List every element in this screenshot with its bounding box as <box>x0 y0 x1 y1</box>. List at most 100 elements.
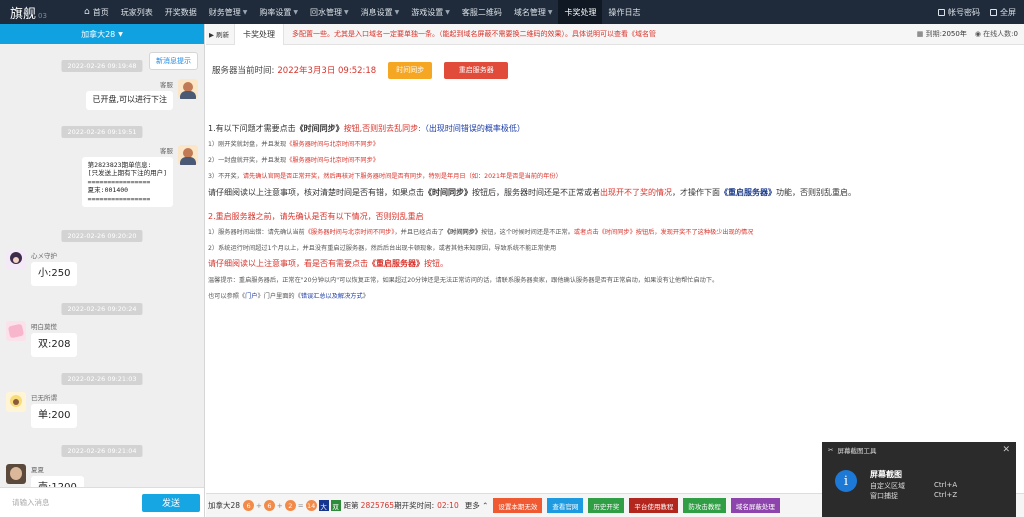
caret-down-icon: ▼ <box>547 8 553 16</box>
screenshot-tool-popup: ✂ 屏幕截图工具 ✕ i 屏幕截图 自定义区域 Ctrl+A 窗口捕捉 Ctrl… <box>822 442 1016 517</box>
bottom-action-button-4[interactable]: 防攻击教程 <box>683 498 726 513</box>
nav-item-1[interactable]: 玩家列表 <box>115 0 159 24</box>
avatar[interactable] <box>6 250 26 270</box>
chat-input-bar: 请输入消息 发送 <box>0 487 204 517</box>
section2-note: 请仔细阅读以上注意事项，看是否有需要点击《重启服务器》按钮。 <box>208 258 448 269</box>
ball-2: 6 <box>263 500 275 511</box>
nav-item-4[interactable]: 购率设置 ▼ <box>253 0 304 24</box>
fullscreen-link[interactable]: 全屏 <box>990 7 1016 18</box>
refresh-tab-control[interactable]: ▶ 刷新 <box>206 29 234 39</box>
chat-room-selector[interactable]: 加拿大28 ▼ <box>0 24 204 44</box>
account-password-link[interactable]: 帐号密码 <box>938 7 980 18</box>
nav-item-9[interactable]: 域名管理 ▼ <box>508 0 559 24</box>
message-sender: 夏夏 <box>31 466 44 474</box>
nav-item-11[interactable]: 操作日志 <box>602 0 646 24</box>
online-value: 0 <box>1013 30 1018 38</box>
logo-version: 03 <box>38 11 47 20</box>
message-timestamp: 2022-02-26 09:20:24 <box>61 303 143 315</box>
nav-item-label: 域名管理 <box>513 7 546 17</box>
account-password-label: 帐号密码 <box>948 7 980 17</box>
avatar[interactable] <box>178 79 198 99</box>
message-sender: 心メ守护 <box>31 252 57 260</box>
avatar[interactable] <box>6 464 26 484</box>
bottom-action-button-0[interactable]: 设置本期无效 <box>493 498 543 513</box>
s2-note-c: 按钮。 <box>424 259 448 268</box>
op-plus-2: + <box>276 501 283 510</box>
caret-down-icon: ▼ <box>242 8 248 16</box>
s1-title-a: 1.有以下问题才需要点击 <box>208 124 296 133</box>
s1-note-b: 《时间同步》 <box>424 188 472 197</box>
caret-down-icon: ▼ <box>394 8 400 16</box>
s2-l1-a: 1）服务器时间出错：请先确认当前 <box>208 229 305 236</box>
s2-note-a: 请仔细阅读以上注意事项，看是否有需要点击 <box>208 259 368 268</box>
s1-note-e: ，才操作下面 <box>672 188 720 197</box>
avatar[interactable] <box>6 392 26 412</box>
nav-item-7[interactable]: 游戏设置 ▼ <box>405 0 456 24</box>
ref-a: 也可以参照《 <box>208 293 246 300</box>
chat-message-input[interactable]: 请输入消息 <box>0 497 142 508</box>
bottom-buttons: 设置本期无效 查看官网 历史开奖 平台使用教程 防攻击教程 域名屏蔽处理 <box>488 498 780 513</box>
online-info: ◉ 在线人数:0 <box>974 30 1018 38</box>
popup-window-capture-option[interactable]: 窗口捕捉 <box>870 491 898 501</box>
section2-title: 2.重启服务器之前，请先确认是否有以下情况，否则别乱重启 <box>208 212 424 221</box>
time-sync-button[interactable]: 时间同步 <box>388 61 433 79</box>
nav-item-label: 操作日志 <box>608 7 641 17</box>
nav-item-5[interactable]: 回水管理 ▼ <box>304 0 355 24</box>
avatar[interactable] <box>6 321 26 341</box>
expire-label: 到期: <box>925 30 942 38</box>
app-logo[interactable]: 旗舰 03 <box>0 3 78 22</box>
send-button[interactable]: 发送 <box>142 493 200 512</box>
restart-server-button[interactable]: 重启服务器 <box>444 61 509 79</box>
nav-item-8[interactable]: 客服二维码 <box>456 0 508 24</box>
popup-custom-area-shortcut: Ctrl+A <box>934 481 958 489</box>
ball-1: 6 <box>243 500 255 511</box>
bottom-action-button-1[interactable]: 查看官网 <box>547 498 584 513</box>
section1-title: 1.有以下问题才需要点击《时间同步》按钮,否则别去乱同步:（出现时间错误的概率极… <box>208 123 525 134</box>
popup-custom-area-option[interactable]: 自定义区域 <box>870 481 905 491</box>
error-summary-link[interactable]: 错误汇总以及解决方式 <box>301 293 363 300</box>
more-link[interactable]: 更多 ⌃ <box>465 500 489 511</box>
s1-l2-b: 《服务器时间与北京时间不同步》 <box>286 157 379 164</box>
s1-note-d: 出现开不了奖的情况 <box>600 188 672 197</box>
s1-note-c: 按钮后，服务器时间还是不正常或者 <box>472 188 600 197</box>
bottom-game-name: 加拿大28 <box>208 501 241 510</box>
popup-title: 屏幕截图工具 <box>837 447 877 455</box>
chat-message: 客服 已开盘,可以进行下注 <box>86 79 198 110</box>
nav-item-6[interactable]: 消息设置 ▼ <box>355 0 406 24</box>
portal-link[interactable]: 门户 <box>245 293 257 300</box>
bottom-action-button-5[interactable]: 域名屏蔽处理 <box>730 498 780 513</box>
caret-down-icon: ▼ <box>118 30 123 38</box>
section2-item1: 1）服务器时间出错：请先确认当前《服务器时间与北京时间不同步》，并且已经点击了《… <box>208 227 753 236</box>
s1-note-f: 《重启服务器》 <box>720 188 776 197</box>
nav-item-label: 客服二维码 <box>461 7 502 17</box>
new-message-tip-button[interactable]: 新消息提示 <box>149 52 198 70</box>
message-body: 明白莫慌 双:208 <box>31 321 78 357</box>
expire-info: ▦ 到期:2050年 <box>917 29 967 39</box>
caret-down-icon: ▼ <box>445 8 450 16</box>
message-sender: 已无所谓 <box>31 394 57 402</box>
nav-item-10[interactable]: 卡奖处理 <box>558 0 603 24</box>
bottom-action-button-2[interactable]: 历史开奖 <box>588 498 625 513</box>
message-sender: 客服 <box>160 147 173 155</box>
s2-l1-f: 或者点击《时间同步》按钮后，发现开奖不了这种极少出现的情况 <box>573 229 754 236</box>
fullscreen-icon <box>990 8 997 16</box>
nav-item-3[interactable]: 财务管理 ▼ <box>203 0 254 24</box>
tag-big: 大 <box>318 500 329 511</box>
nav-item-2[interactable]: 开奖数据 <box>159 0 203 24</box>
tab-card-lottery[interactable]: 卡奖处理 <box>234 23 284 45</box>
message-bubble: 单:200 <box>31 404 78 428</box>
section1-item3: 3）不开奖，请先确认官网是否正常开奖，然后再核对下服务器时间是否有同步，特别是年… <box>208 171 562 180</box>
close-icon[interactable]: ✕ <box>1002 445 1010 455</box>
nav-item-label: 购率设置 <box>259 7 292 17</box>
avatar[interactable] <box>178 145 198 165</box>
tab-bar-status: ▦ 到期:2050年 ◉ 在线人数:0 <box>917 29 1024 39</box>
s1-l3-a: 3）不开奖， <box>208 173 243 180</box>
bottom-action-button-3[interactable]: 平台使用教程 <box>629 498 679 513</box>
nav-item-label: 卡奖处理 <box>564 7 597 17</box>
reference-line: 也可以参照《门户》门户里面的《错误汇总以及解决方式》 <box>208 291 369 300</box>
message-timestamp: 2022-02-26 09:21:04 <box>61 445 143 457</box>
section1-item2: 2）一封盘就开奖，并且发现《服务器时间与北京时间不同步》 <box>208 155 379 164</box>
nav-item-0[interactable]: ⌂ 首页 <box>78 0 115 24</box>
caret-down-icon: ▼ <box>343 8 349 16</box>
s1-l1-a: 1）刚开奖就封盘，并且发现 <box>208 141 287 148</box>
